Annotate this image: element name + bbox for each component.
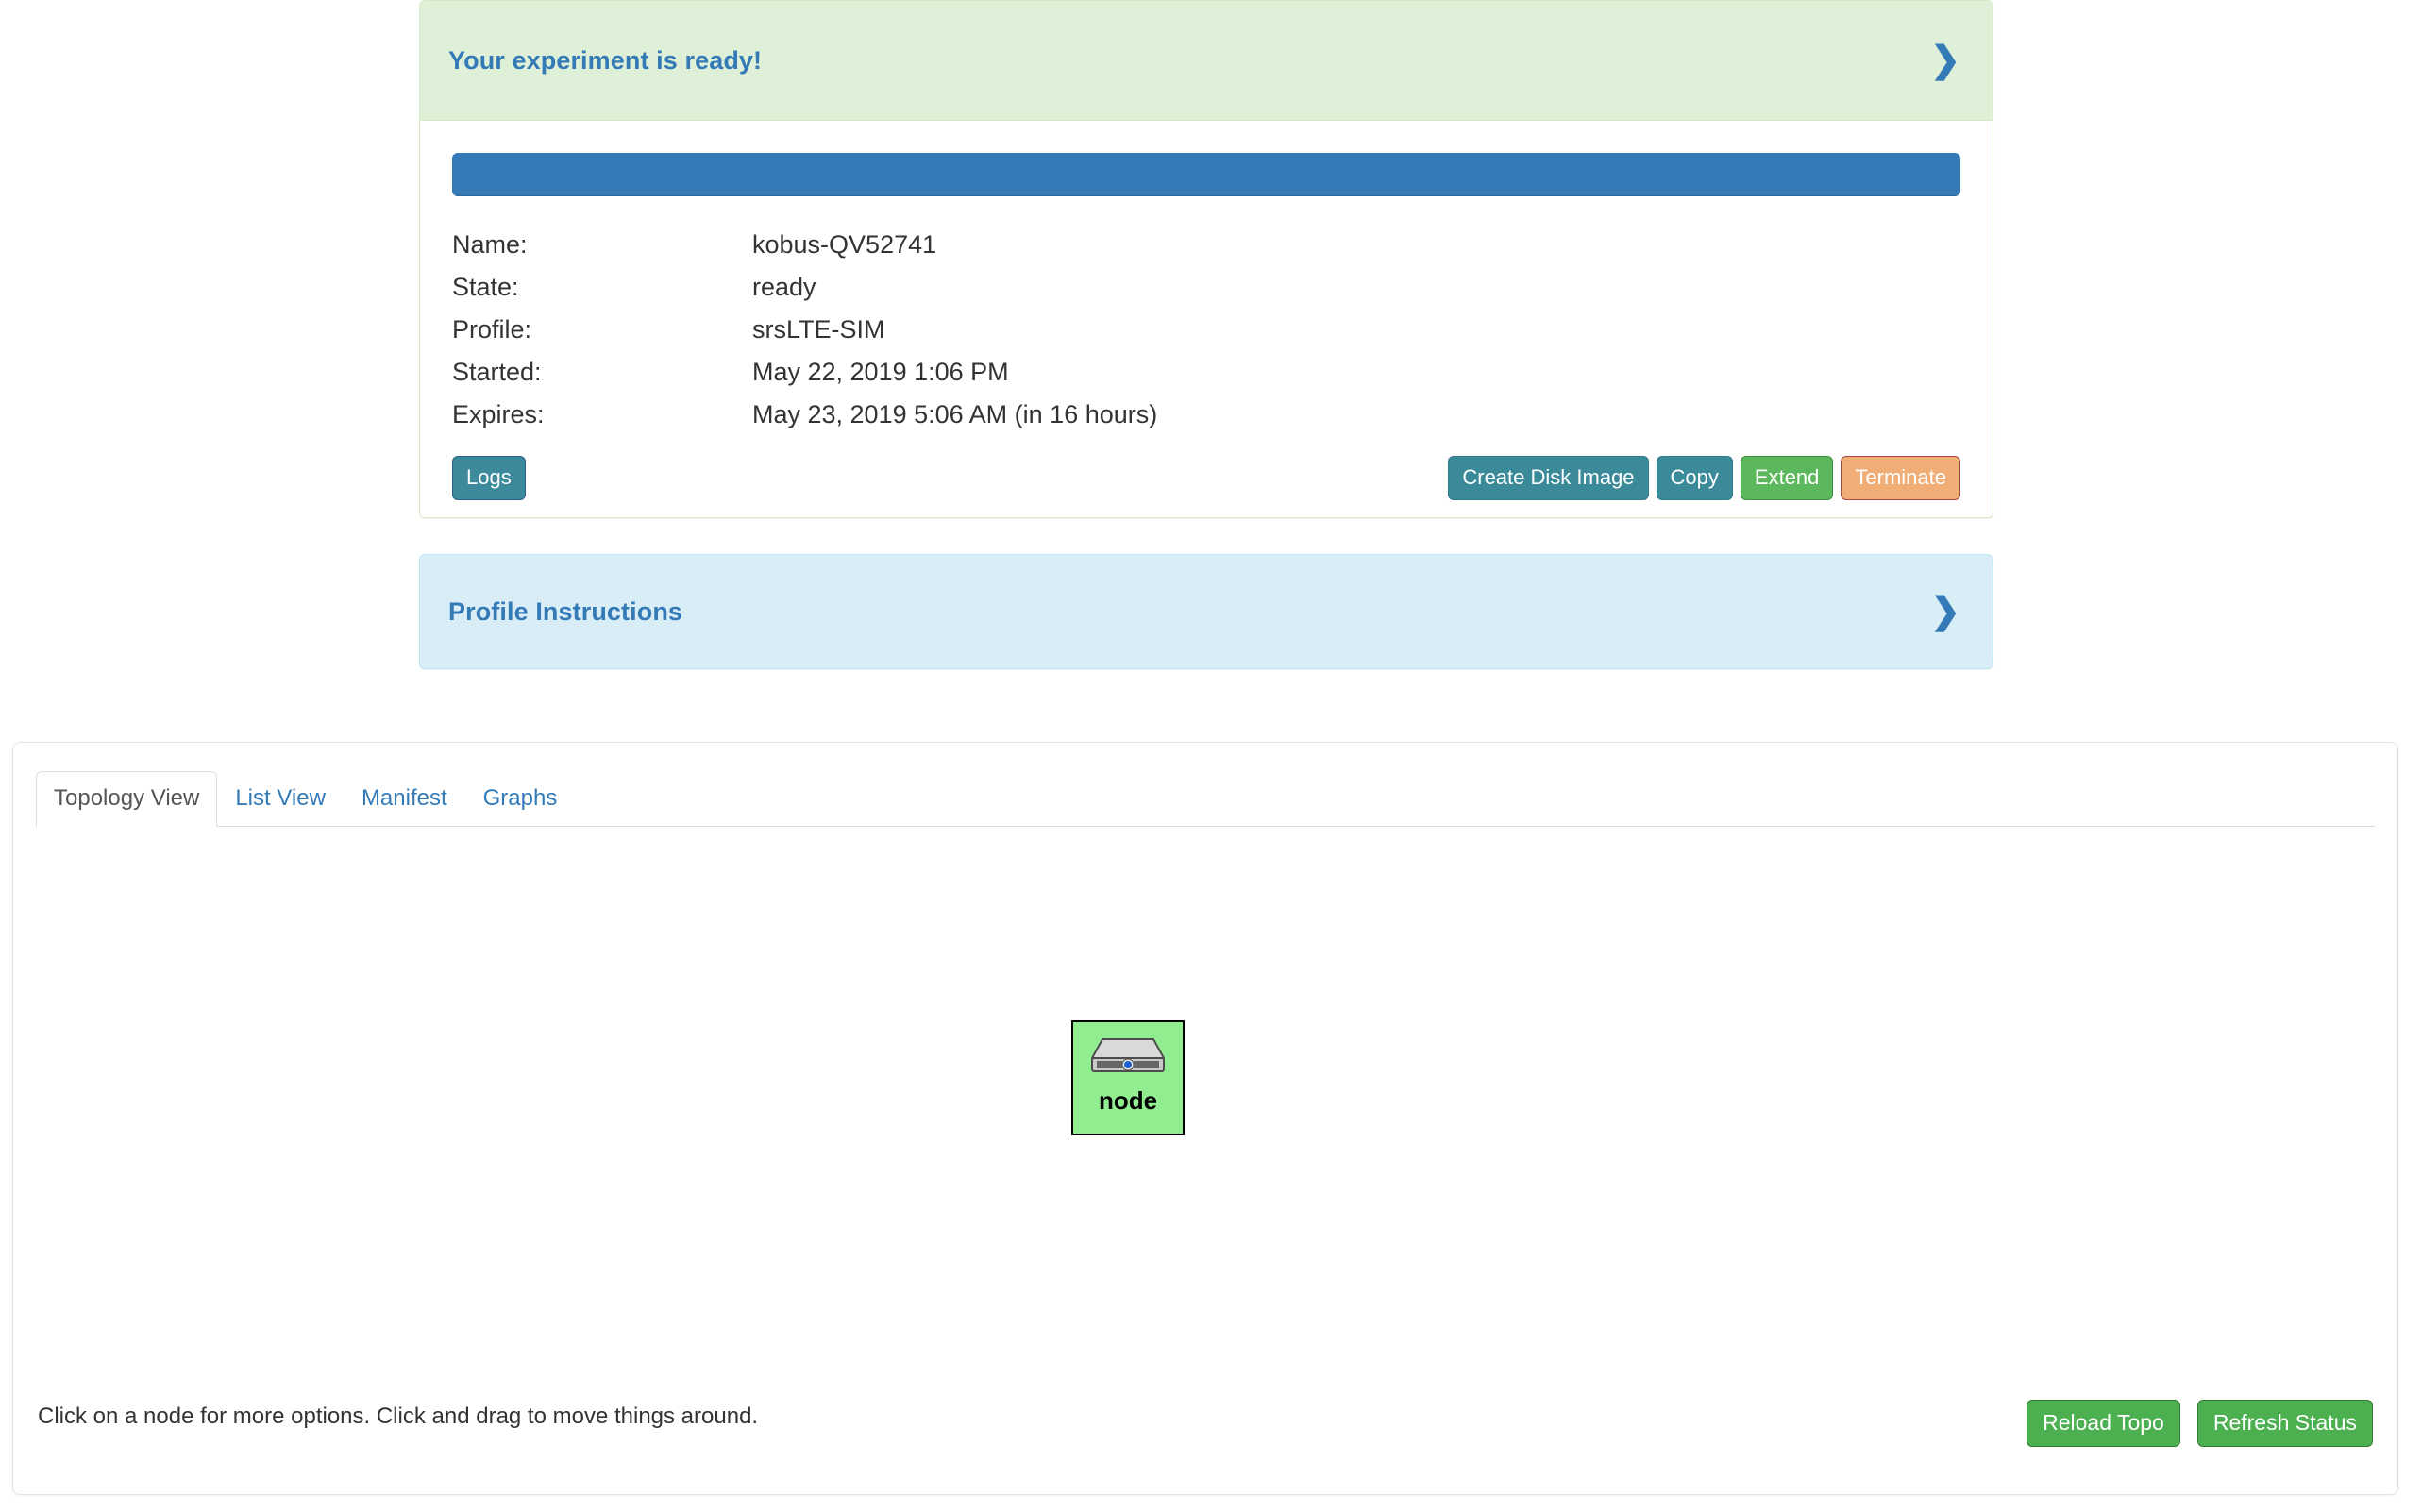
tab-list-view[interactable]: List View	[217, 771, 344, 827]
terminate-button[interactable]: Terminate	[1841, 456, 1960, 500]
experiment-ready-header[interactable]: Your experiment is ready! ❯	[420, 1, 1993, 121]
topology-panel: Topology View List View Manifest Graphs	[12, 742, 2398, 1495]
experiment-ready-title: Your experiment is ready!	[448, 45, 763, 75]
detail-value-name: kobus-QV52741	[752, 230, 937, 259]
table-row: Expires: May 23, 2019 5:06 AM (in 16 hou…	[452, 398, 1157, 441]
experiment-ready-panel: Your experiment is ready! ❯ Name: kobus-…	[419, 0, 1993, 518]
detail-value-expires: May 23, 2019 5:06 AM (in 16 hours)	[752, 400, 1158, 428]
experiment-action-buttons: Create Disk Image Copy Extend Terminate	[1448, 456, 1960, 500]
profile-instructions-panel: Profile Instructions ❯	[419, 554, 1993, 669]
experiment-progress-bar	[452, 153, 1960, 196]
tab-graphs[interactable]: Graphs	[465, 771, 576, 827]
experiment-action-bar: Logs Create Disk Image Copy Extend Termi…	[452, 456, 1960, 500]
logs-button[interactable]: Logs	[452, 456, 526, 500]
detail-value-state: ready	[752, 273, 816, 301]
chevron-right-icon[interactable]: ❯	[1930, 594, 1964, 630]
tab-manifest[interactable]: Manifest	[344, 771, 465, 827]
view-tabs: Topology View List View Manifest Graphs	[36, 767, 2375, 827]
progress-bar-fill	[452, 153, 1960, 196]
topology-node-label: node	[1098, 1086, 1158, 1115]
detail-value-started: May 22, 2019 1:06 PM	[752, 358, 1009, 386]
topology-footer-buttons: Reload Topo Refresh Status	[2027, 1388, 2373, 1447]
profile-instructions-title: Profile Instructions	[448, 596, 683, 626]
extend-button[interactable]: Extend	[1740, 456, 1834, 500]
topology-hint-text: Click on a node for more options. Click …	[38, 1403, 759, 1429]
topology-canvas[interactable]: node	[13, 827, 2397, 1393]
detail-label-expires: Expires:	[452, 400, 545, 428]
detail-label-name: Name:	[452, 230, 528, 259]
tab-topology-view[interactable]: Topology View	[36, 771, 218, 827]
detail-label-started: Started:	[452, 358, 542, 386]
table-row: Name: kobus-QV52741	[452, 228, 1157, 271]
create-disk-image-button[interactable]: Create Disk Image	[1448, 456, 1649, 500]
experiment-summary-stack: Your experiment is ready! ❯ Name: kobus-…	[419, 0, 1993, 669]
detail-label-state: State:	[452, 273, 519, 301]
chevron-right-icon[interactable]: ❯	[1930, 42, 1964, 78]
topology-node[interactable]: node	[1071, 1020, 1185, 1135]
table-row: Started: May 22, 2019 1:06 PM	[452, 356, 1157, 398]
table-row: Profile: srsLTE-SIM	[452, 313, 1157, 356]
copy-button[interactable]: Copy	[1656, 456, 1733, 500]
detail-value-profile-link[interactable]: srsLTE-SIM	[752, 313, 1157, 356]
reload-topo-button[interactable]: Reload Topo	[2027, 1400, 2180, 1447]
topology-footer: Click on a node for more options. Click …	[13, 1388, 2397, 1494]
table-row: State: ready	[452, 271, 1157, 313]
server-node-icon	[1089, 1037, 1167, 1079]
experiment-ready-body: Name: kobus-QV52741 State: ready Profile…	[420, 121, 1993, 517]
profile-instructions-header[interactable]: Profile Instructions ❯	[420, 555, 1993, 668]
detail-label-profile: Profile:	[452, 315, 532, 344]
refresh-status-button[interactable]: Refresh Status	[2196, 1400, 2373, 1447]
experiment-details-table: Name: kobus-QV52741 State: ready Profile…	[452, 228, 1157, 441]
